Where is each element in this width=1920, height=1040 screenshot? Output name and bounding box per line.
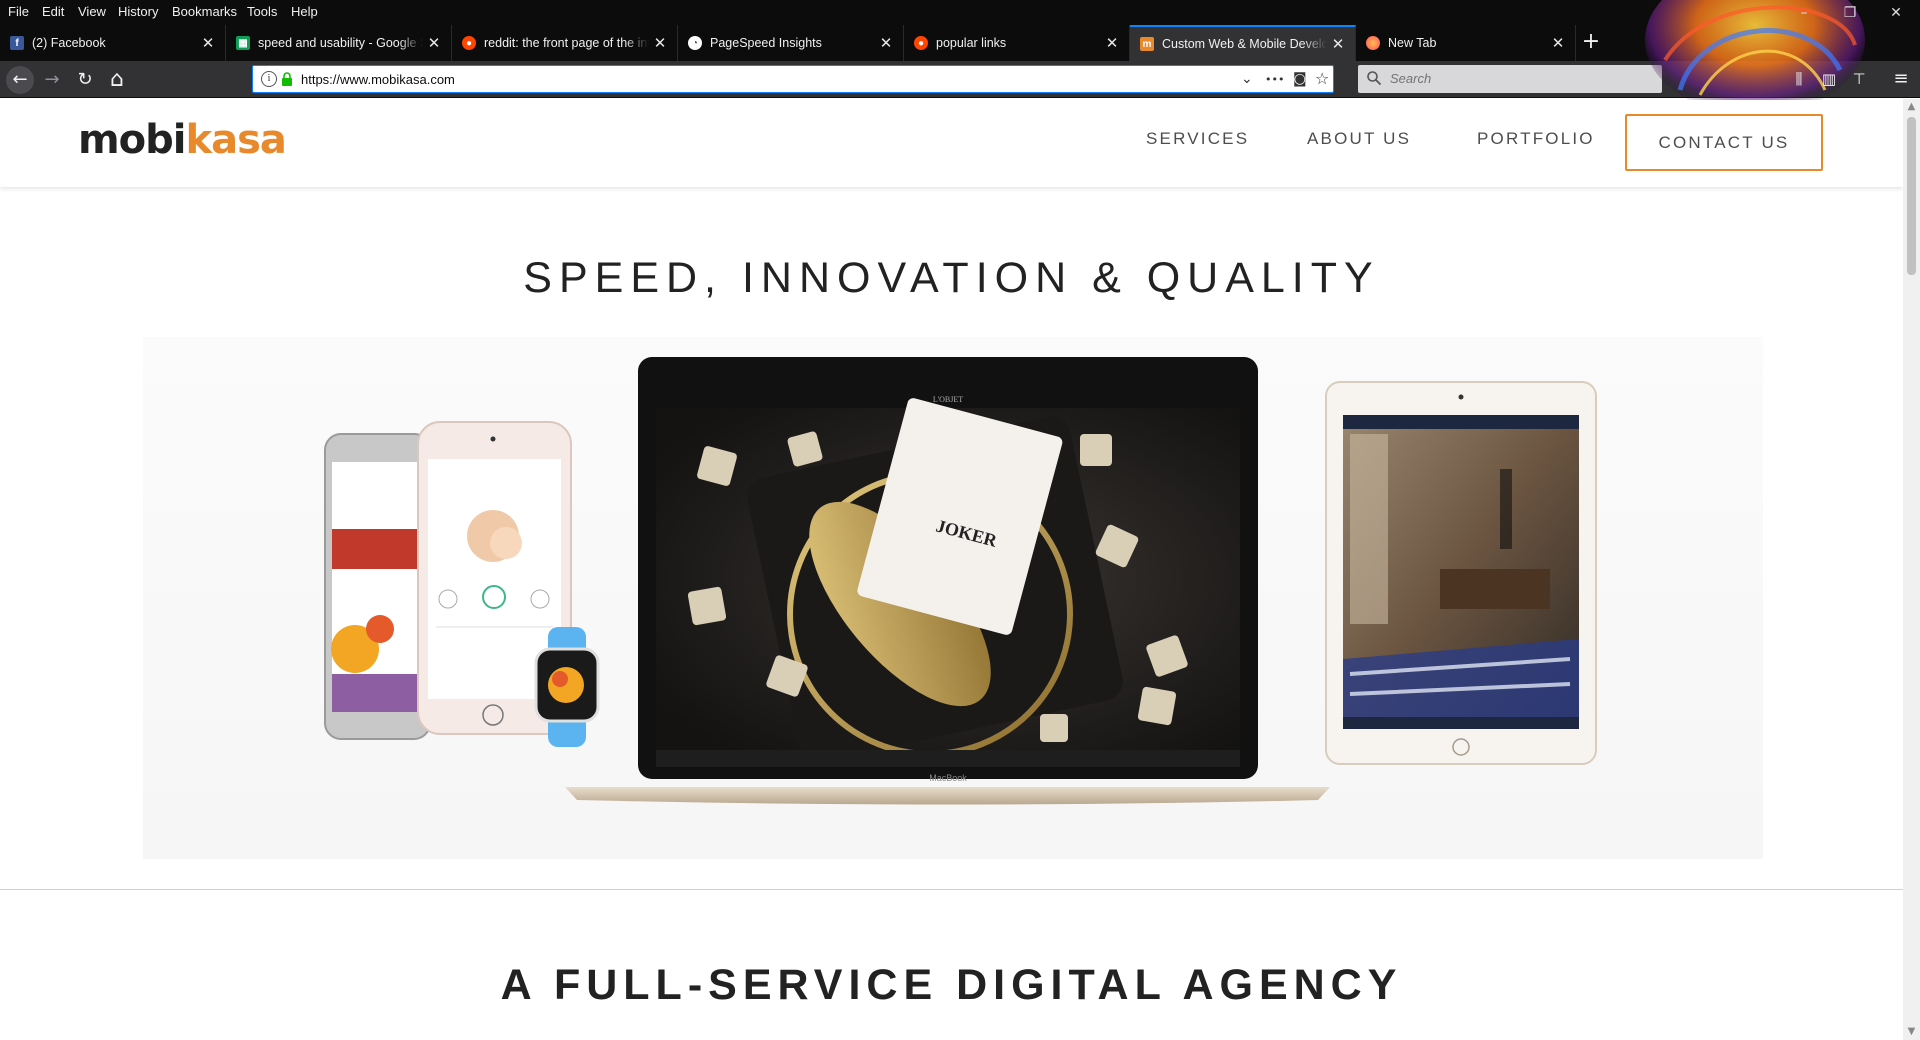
reddit-icon: ● [914,36,928,50]
tab-title: popular links [936,36,1007,50]
navigation-toolbar: ← → ↻ ⌂ i https://www.mobikasa.com ⌄ •••… [0,61,1920,98]
laptop-mockup: L'OBJET JOKER MacBook [565,357,1330,805]
tab-mobikasa[interactable]: m Custom Web & Mobile Development ✕ [1130,25,1356,61]
url-text[interactable]: https://www.mobikasa.com [301,72,455,87]
close-tab-icon[interactable]: ✕ [649,34,671,52]
device-showcase-image: L'OBJET JOKER MacBook [324,357,1597,805]
close-tab-icon[interactable]: ✕ [197,34,219,52]
close-window-button[interactable]: ✕ [1874,2,1918,26]
forward-button[interactable]: → [38,66,66,94]
menu-bar: File Edit View History Bookmarks Tools H… [0,0,1920,25]
svg-text:L'OBJET: L'OBJET [933,395,963,404]
close-tab-icon[interactable]: ✕ [1547,34,1569,52]
close-tab-icon[interactable]: ✕ [423,34,445,52]
menu-history[interactable]: History [118,4,158,19]
site-info-icon[interactable]: i [261,71,277,87]
sync-icon[interactable]: ⊤ [1847,67,1871,91]
facebook-icon: f [10,36,24,50]
menu-file[interactable]: File [8,4,29,19]
laptop-brand-label: MacBook [929,773,967,783]
mobikasa-icon: m [1140,37,1154,51]
close-tab-icon[interactable]: ✕ [1327,35,1349,53]
menu-bookmarks[interactable]: Bookmarks [172,4,237,19]
tab-title: PageSpeed Insights [710,36,822,50]
sidebar-icon[interactable]: ▥ [1817,67,1841,91]
firefox-icon [1366,36,1380,50]
dropdown-icon[interactable]: ⌄ [1241,71,1253,87]
menu-tools[interactable]: Tools [247,4,277,19]
close-tab-icon[interactable]: ✕ [875,34,897,52]
tablet-mockup [1325,381,1597,765]
reddit-icon: ● [462,36,476,50]
menu-edit[interactable]: Edit [42,4,64,19]
bookmark-star-icon[interactable]: ☆ [1315,69,1329,88]
home-button[interactable]: ⌂ [103,66,131,94]
section-headline: A FULL-SERVICE DIGITAL AGENCY [500,961,1403,1009]
tab-title: Custom Web & Mobile Development [1162,37,1327,51]
search-placeholder: Search [1390,71,1432,86]
tab-new-tab[interactable]: New Tab ✕ [1356,25,1576,61]
pagespeed-icon: ◔ [688,36,702,50]
tab-title: reddit: the front page of the internet [484,36,649,50]
back-button[interactable]: ← [6,66,34,94]
tab-bar: f (2) Facebook ✕ ▦ speed and usability -… [0,25,1920,61]
phone-mockup-back [324,433,431,740]
library-icon[interactable]: ⫼ [1787,67,1811,91]
tab-google-sheets[interactable]: ▦ speed and usability - Google Sheets ✕ [226,25,452,61]
address-bar[interactable]: i https://www.mobikasa.com ⌄ ••• ◙ ☆ [252,65,1334,93]
tab-title: New Tab [1388,36,1437,50]
tab-title: (2) Facebook [32,36,106,50]
tab-pagespeed[interactable]: ◔ PageSpeed Insights ✕ [678,25,904,61]
tab-reddit[interactable]: ● reddit: the front page of the internet… [452,25,678,61]
section-divider [0,889,1903,890]
pocket-icon[interactable]: ◙ [1293,71,1307,87]
google-sheets-icon: ▦ [236,36,250,50]
restore-button[interactable]: ❐ [1828,2,1872,26]
tab-popular-links[interactable]: ● popular links ✕ [904,25,1130,61]
page-scrollbar[interactable]: ▲ ▼ [1903,99,1920,1040]
search-icon [1367,71,1382,86]
menu-help[interactable]: Help [291,4,318,19]
page-actions-icon[interactable]: ••• [1265,73,1284,86]
menu-view[interactable]: View [78,4,106,19]
lock-icon [282,72,292,86]
reload-button[interactable]: ↻ [71,66,99,94]
tab-title: speed and usability - Google Sheets [258,36,423,50]
new-tab-button[interactable]: + [1578,25,1604,61]
search-bar[interactable]: Search [1358,65,1662,93]
page-viewport: mobikasa SERVICES ABOUT US PORTFOLIO CON… [0,99,1903,1040]
scroll-up-arrow-icon[interactable]: ▲ [1903,99,1920,115]
scroll-down-arrow-icon[interactable]: ▼ [1903,1024,1920,1040]
scrollbar-thumb[interactable] [1907,117,1916,275]
hamburger-menu-icon[interactable]: ≡ [1889,67,1913,91]
tab-facebook[interactable]: f (2) Facebook ✕ [0,25,226,61]
minimize-button[interactable]: – [1782,2,1826,26]
close-tab-icon[interactable]: ✕ [1101,34,1123,52]
